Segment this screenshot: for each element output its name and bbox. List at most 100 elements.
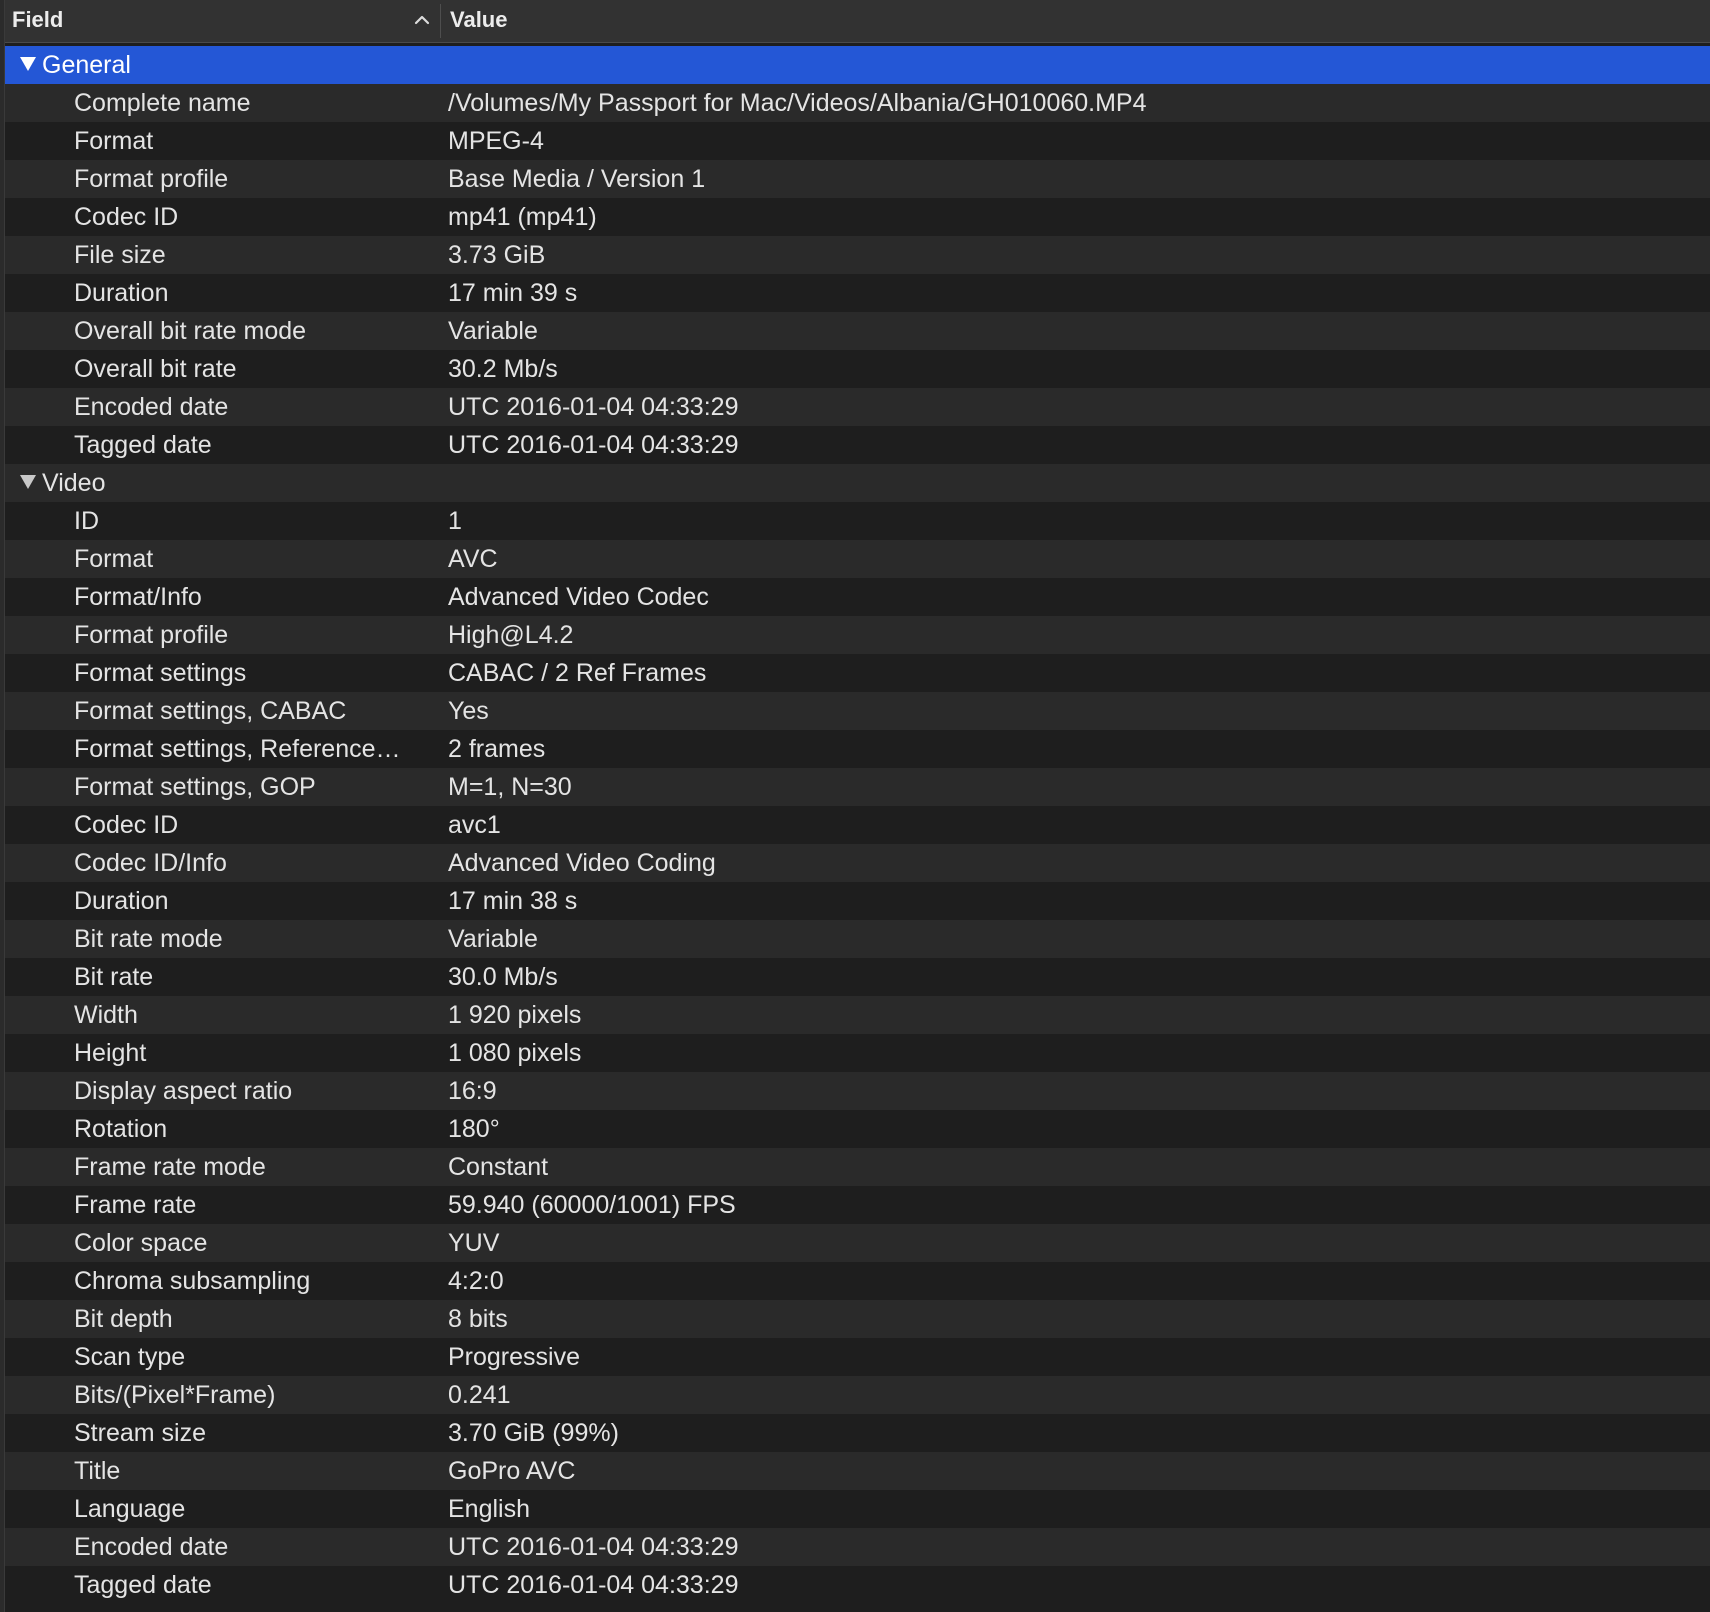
table-row[interactable]: Display aspect ratio 16:9 <box>0 1072 1710 1110</box>
table-row[interactable]: Tagged date UTC 2016-01-04 04:33:29 <box>0 1566 1710 1604</box>
value-cell: /Volumes/My Passport for Mac/Videos/Alba… <box>448 89 1147 117</box>
table-row[interactable]: Bits/(Pixel*Frame) 0.241 <box>0 1376 1710 1414</box>
field-cell: Duration <box>74 279 169 307</box>
table-row[interactable]: Stream size 3.70 GiB (99%) <box>0 1414 1710 1452</box>
field-cell: Chroma subsampling <box>74 1267 311 1295</box>
field-cell: Bit rate mode <box>74 925 223 953</box>
table-row[interactable]: ID 1 <box>0 502 1710 540</box>
table-row[interactable]: Format settings CABAC / 2 Ref Frames <box>0 654 1710 692</box>
field-cell: Overall bit rate <box>74 355 237 383</box>
value-cell: English <box>448 1495 530 1523</box>
table-row[interactable]: Format MPEG-4 <box>0 122 1710 160</box>
table-row[interactable]: File size 3.73 GiB <box>0 236 1710 274</box>
table-row[interactable]: Format profile High@L4.2 <box>0 616 1710 654</box>
field-cell: Format profile <box>74 165 229 193</box>
field-cell: Bit rate <box>74 963 154 991</box>
table-row[interactable]: Format settings, GOP M=1, N=30 <box>0 768 1710 806</box>
table-row[interactable]: Overall bit rate 30.2 Mb/s <box>0 350 1710 388</box>
value-cell: 16:9 <box>448 1077 497 1105</box>
table-row[interactable]: Height 1 080 pixels <box>0 1034 1710 1072</box>
value-cell: UTC 2016-01-04 04:33:29 <box>448 1571 739 1599</box>
column-divider[interactable] <box>440 4 441 38</box>
table-row[interactable]: Format AVC <box>0 540 1710 578</box>
column-header-field[interactable]: Field <box>12 0 63 42</box>
field-cell: Format settings, CABAC <box>74 697 347 725</box>
table-row[interactable]: Codec ID/Info Advanced Video Coding <box>0 844 1710 882</box>
value-cell: 1 <box>448 507 462 535</box>
value-cell: 180° <box>448 1115 500 1143</box>
table-row[interactable]: Format settings, Reference… 2 frames <box>0 730 1710 768</box>
disclosure-triangle-down-icon[interactable] <box>19 56 37 72</box>
field-cell: ID <box>74 507 99 535</box>
value-cell: 2 frames <box>448 735 546 763</box>
field-cell: Bit depth <box>74 1305 173 1333</box>
table-row[interactable]: Encoded date UTC 2016-01-04 04:33:29 <box>0 388 1710 426</box>
field-cell: Format settings, Reference… <box>74 735 401 763</box>
field-cell: Tagged date <box>74 1571 212 1599</box>
table-row[interactable]: Language English <box>0 1490 1710 1528</box>
table-row[interactable]: Overall bit rate mode Variable <box>0 312 1710 350</box>
field-cell: Format <box>74 127 154 155</box>
value-cell: 0.241 <box>448 1381 511 1409</box>
value-cell: Constant <box>448 1153 549 1181</box>
value-cell: Advanced Video Coding <box>448 849 716 877</box>
value-cell: mp41 (mp41) <box>448 203 597 231</box>
table-row[interactable]: Width 1 920 pixels <box>0 996 1710 1034</box>
value-cell: 30.0 Mb/s <box>448 963 558 991</box>
outline-table: General Complete name/Volumes/My Passport… <box>0 46 1710 1604</box>
field-cell: Codec ID <box>74 203 179 231</box>
section-row-general[interactable]: General <box>0 46 1710 84</box>
value-cell: Advanced Video Codec <box>448 583 709 611</box>
table-row[interactable]: Encoded date UTC 2016-01-04 04:33:29 <box>0 1528 1710 1566</box>
table-row[interactable]: Duration 17 min 38 s <box>0 882 1710 920</box>
value-cell: 17 min 38 s <box>448 887 578 915</box>
field-cell: Scan type <box>74 1343 186 1371</box>
table-row[interactable]: Format settings, CABAC Yes <box>0 692 1710 730</box>
table-row[interactable]: Bit depth 8 bits <box>0 1300 1710 1338</box>
value-cell: 3.70 GiB (99%) <box>448 1419 619 1447</box>
table-row[interactable]: Format/Info Advanced Video Codec <box>0 578 1710 616</box>
table-row[interactable]: Scan type Progressive <box>0 1338 1710 1376</box>
section-row-video[interactable]: Video <box>0 464 1710 502</box>
chevron-up-icon[interactable] <box>412 10 432 30</box>
field-cell: Encoded date <box>74 1533 229 1561</box>
field-cell: Frame rate <box>74 1191 197 1219</box>
table-row[interactable]: Rotation 180° <box>0 1110 1710 1148</box>
field-cell: Encoded date <box>74 393 229 421</box>
field-cell: Language <box>74 1495 186 1523</box>
table-row[interactable]: Frame rate mode Constant <box>0 1148 1710 1186</box>
field-cell: Tagged date <box>74 431 212 459</box>
table-row[interactable]: Codec ID mp41 (mp41) <box>0 198 1710 236</box>
value-cell: 1 080 pixels <box>448 1039 582 1067</box>
value-cell: YUV <box>448 1229 500 1257</box>
table-row[interactable]: Title GoPro AVC <box>0 1452 1710 1490</box>
column-header-value[interactable]: Value <box>450 0 507 42</box>
table-row[interactable]: Duration 17 min 39 s <box>0 274 1710 312</box>
field-cell: Complete name <box>74 89 251 117</box>
field-cell: Duration <box>74 887 169 915</box>
disclosure-triangle-down-icon[interactable] <box>19 474 37 490</box>
value-cell: 4:2:0 <box>448 1267 504 1295</box>
value-cell: AVC <box>448 545 498 573</box>
table-row[interactable]: Color space YUV <box>0 1224 1710 1262</box>
table-row[interactable]: Tagged date UTC 2016-01-04 04:33:29 <box>0 426 1710 464</box>
field-cell: Format settings <box>74 659 247 687</box>
field-cell: Overall bit rate mode <box>74 317 307 345</box>
table-row[interactable]: Codec ID avc1 <box>0 806 1710 844</box>
value-cell: UTC 2016-01-04 04:33:29 <box>448 393 739 421</box>
table-row[interactable]: Bit rate 30.0 Mb/s <box>0 958 1710 996</box>
field-cell: Display aspect ratio <box>74 1077 293 1105</box>
table-row[interactable]: Chroma subsampling 4:2:0 <box>0 1262 1710 1300</box>
table-row[interactable]: Format profile Base Media / Version 1 <box>0 160 1710 198</box>
value-cell: 30.2 Mb/s <box>448 355 558 383</box>
value-cell: M=1, N=30 <box>448 773 572 801</box>
value-cell: 17 min 39 s <box>448 279 578 307</box>
field-cell: Format settings, GOP <box>74 773 316 801</box>
value-cell: CABAC / 2 Ref Frames <box>448 659 707 687</box>
table-row[interactable]: Frame rate 59.940 (60000/1001) FPS <box>0 1186 1710 1224</box>
field-cell: Format profile <box>74 621 229 649</box>
table-row[interactable]: Bit rate mode Variable <box>0 920 1710 958</box>
value-cell: 3.73 GiB <box>448 241 546 269</box>
field-cell: Stream size <box>74 1419 206 1447</box>
table-row[interactable]: Complete name/Volumes/My Passport for Ma… <box>0 84 1710 122</box>
